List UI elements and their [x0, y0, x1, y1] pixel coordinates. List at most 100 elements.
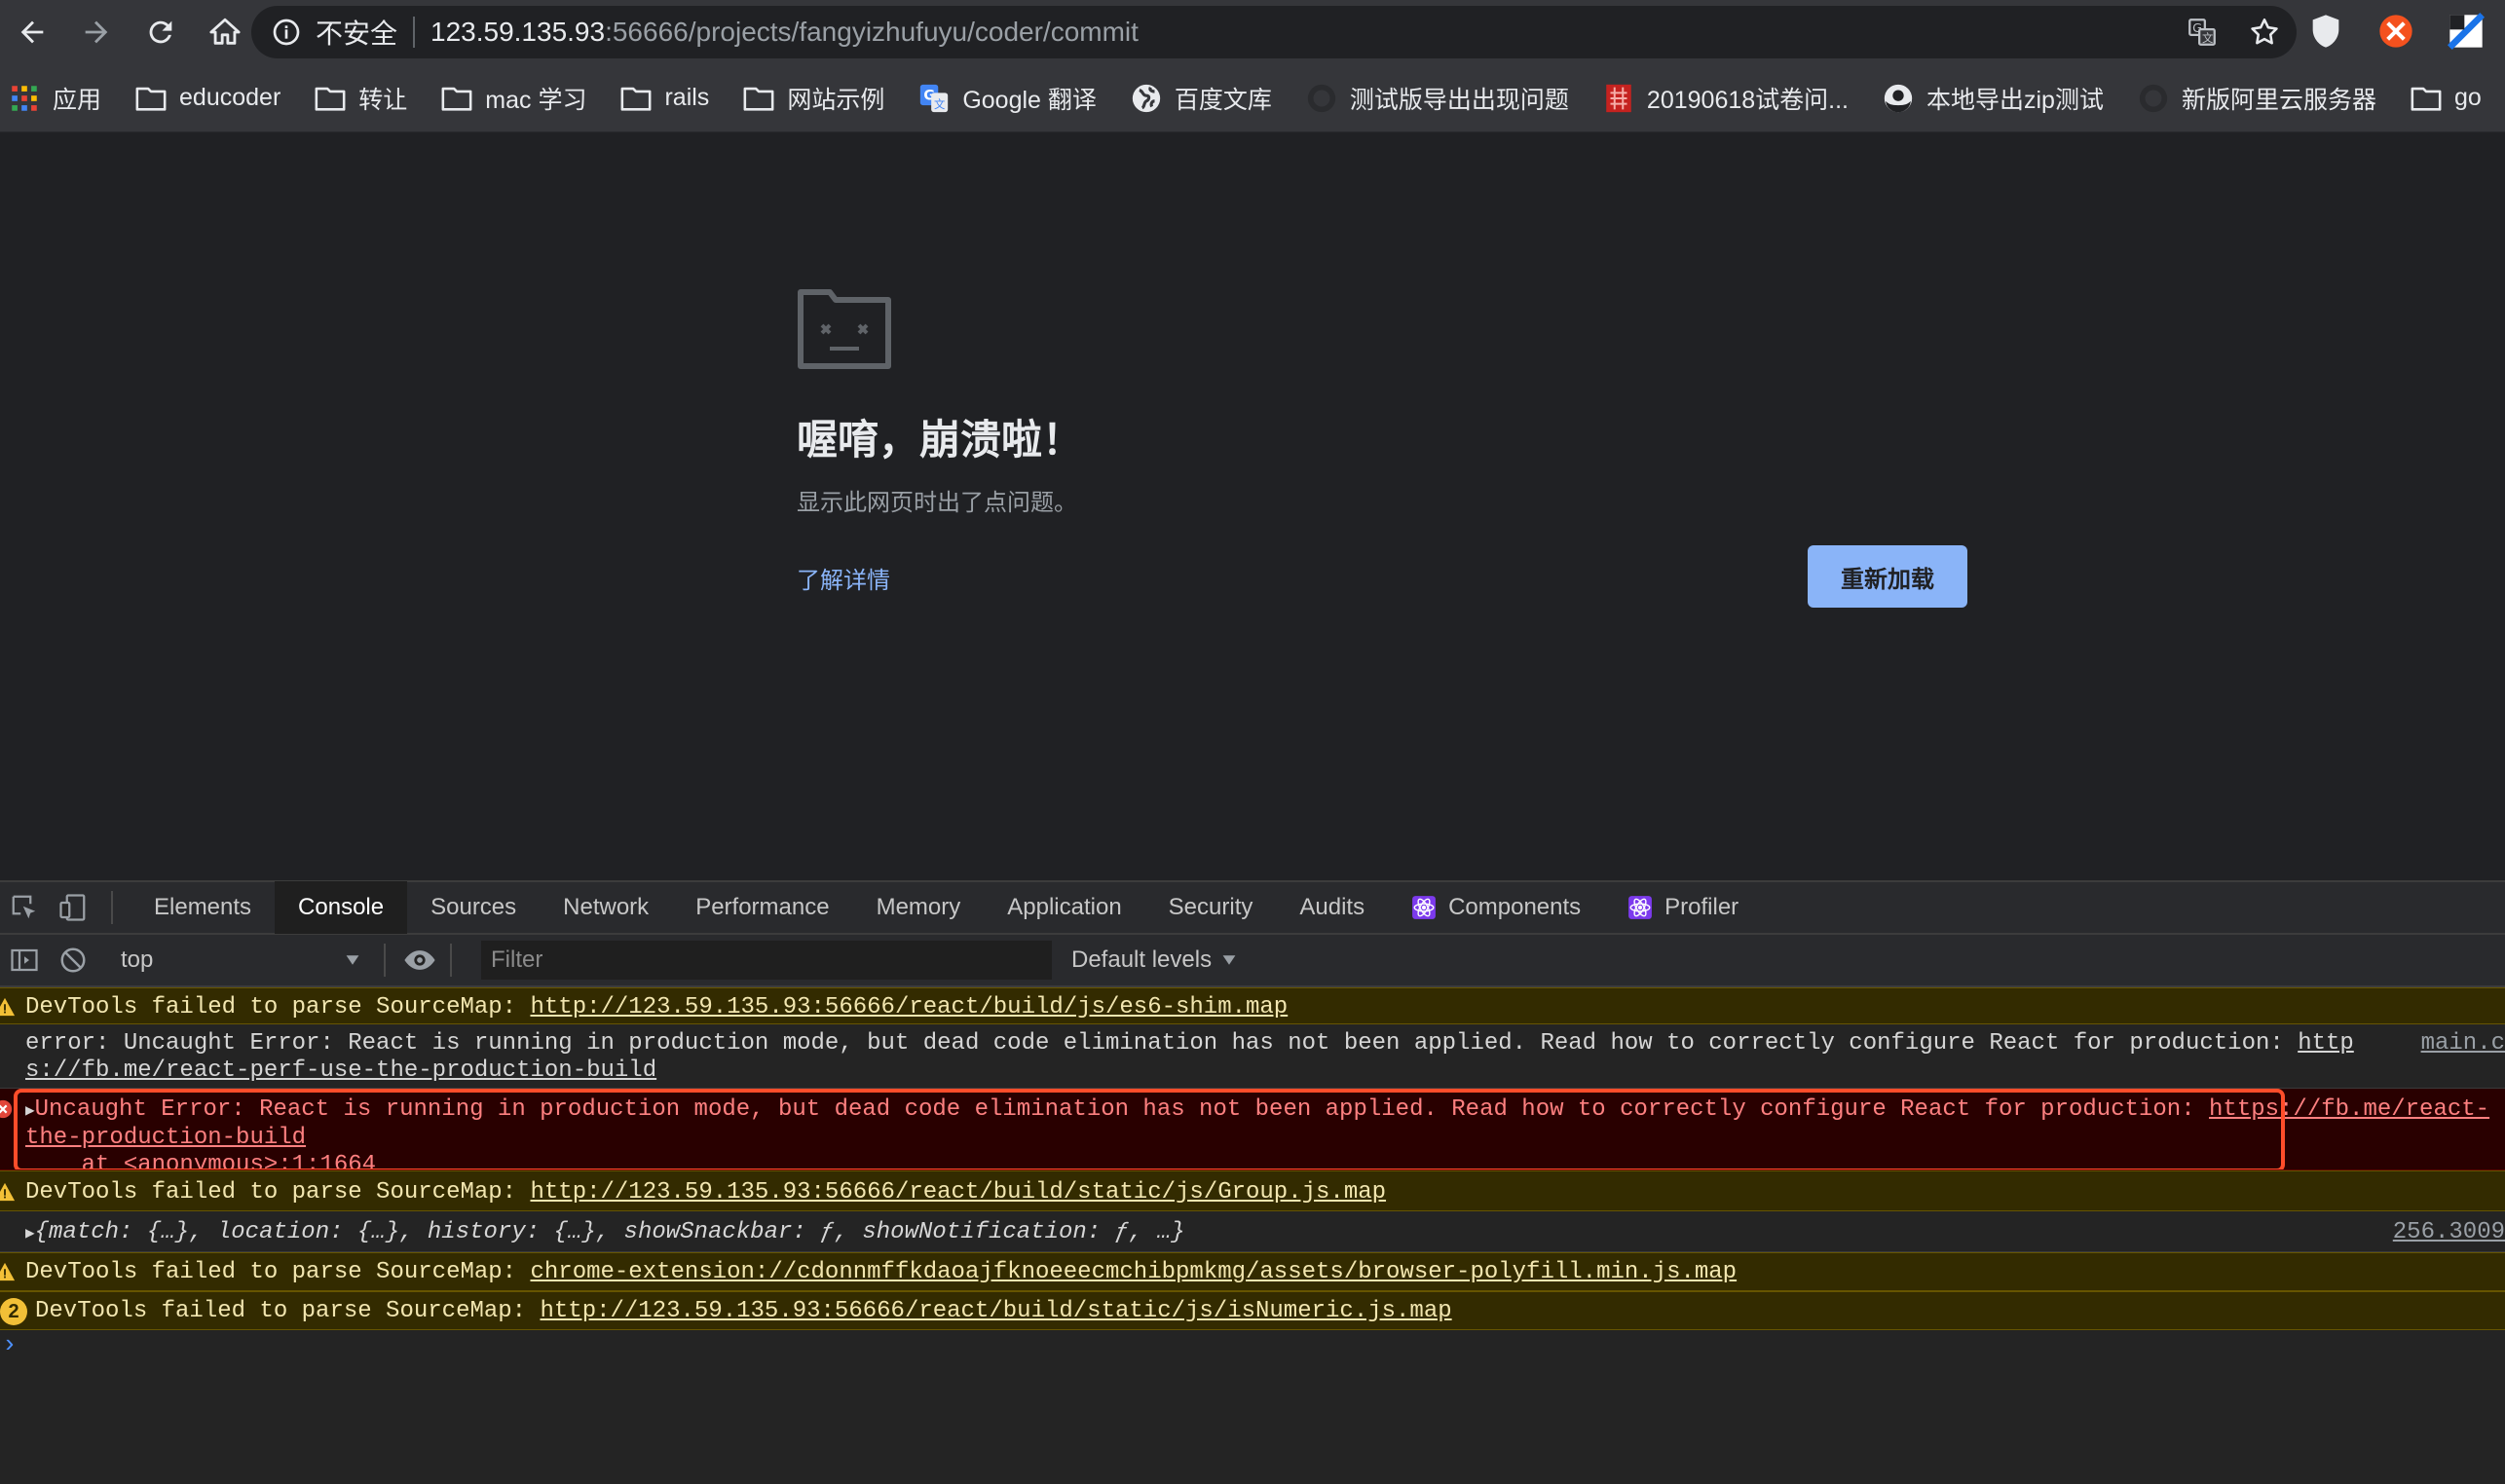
bookmark-aliyun-server[interactable]: 新版阿里云服务器 [2137, 81, 2376, 116]
clear-console-button[interactable] [49, 934, 97, 986]
console-warning: DevTools failed to parse SourceMap: chro… [0, 1252, 2505, 1291]
bookmark-folder-mac[interactable]: mac 学习 [440, 81, 586, 116]
tab-profiler[interactable]: Profiler [1604, 881, 1762, 934]
bookmark-folder-rails[interactable]: rails [619, 82, 709, 115]
console-warning: DevTools failed to parse SourceMap: http… [0, 987, 2505, 1024]
shield-extension-icon[interactable] [2306, 12, 2345, 51]
console-log-object: ▶{match: {…}, location: {…}, history: {…… [0, 1211, 2505, 1252]
github-icon [2139, 84, 2168, 112]
bookmark-label: 转让 [358, 86, 408, 114]
tab-memory[interactable]: Memory [853, 881, 985, 934]
default-levels-dropdown[interactable]: Default levels [1071, 946, 1237, 974]
bookmark-google-translate[interactable]: G文 Google 翻译 [917, 81, 1097, 116]
url-host: 123.59.135.93 [430, 17, 606, 47]
reload-page-button[interactable] [129, 0, 193, 64]
bookmark-folder-examples[interactable]: 网站示例 [742, 81, 884, 116]
tab-components[interactable]: Components [1388, 881, 1604, 934]
bookmark-apps[interactable]: 应用 [8, 81, 101, 116]
home-icon [209, 18, 241, 45]
bookmark-baidu-wenku[interactable]: 百度文库 [1130, 81, 1272, 116]
bookmark-label: 百度文库 [1174, 86, 1272, 114]
repeat-count-badge: 2 [0, 1298, 27, 1325]
bookmark-folder-zhuanrang[interactable]: 转让 [314, 81, 407, 116]
address-bar[interactable]: 不安全 123.59.135.93 :56666/projects/fangyi… [251, 6, 2297, 58]
tab-sources[interactable]: Sources [407, 881, 540, 934]
crash-title: 喔唷，崩溃啦！ [797, 417, 1084, 463]
object-preview[interactable]: {match: {…}, location: {…}, history: {…}… [35, 1219, 1185, 1245]
star-icon[interactable] [2248, 16, 2281, 49]
expand-arrow-icon[interactable]: ▶ [25, 1102, 35, 1120]
tab-security[interactable]: Security [1145, 881, 1277, 934]
bookmark-label: 网站示例 [787, 86, 885, 114]
bookmark-label: Google 翻译 [962, 86, 1097, 114]
stack-trace: at <anonymous>:1:1664 [25, 1152, 377, 1170]
sourcemap-link[interactable]: http://123.59.135.93:56666/react/build/s… [530, 1179, 1386, 1206]
message-text: error: Uncaught Error: React is running … [25, 1030, 2299, 1057]
caret-down-icon [1222, 955, 1236, 965]
device-toolbar-button[interactable] [49, 881, 97, 934]
eye-icon[interactable] [403, 944, 436, 977]
bookmark-label: 测试版导出出现问题 [1349, 86, 1569, 114]
globe-icon [1132, 84, 1161, 112]
expand-arrow-icon[interactable]: ▶ [25, 1225, 35, 1243]
info-icon[interactable] [271, 17, 302, 48]
message-text: DevTools failed to parse SourceMap: [25, 1259, 531, 1285]
folder-icon [315, 87, 346, 111]
tab-application[interactable]: Application [984, 881, 1144, 934]
tab-elements[interactable]: Elements [131, 881, 275, 934]
sourcemap-link[interactable]: http://123.59.135.93:56666/react/build/s… [540, 1298, 1451, 1324]
tab-network[interactable]: Network [540, 881, 672, 934]
bookmark-export-issue[interactable]: 测试版导出出现问题 [1305, 81, 1569, 116]
arrow-left-icon [20, 20, 44, 44]
home-button[interactable] [193, 0, 257, 64]
orange-extension-icon[interactable] [2376, 12, 2415, 51]
device-icon [59, 894, 86, 921]
tab-audits[interactable]: Audits [1276, 881, 1388, 934]
react-docs-link[interactable]: https://fb.me/react- [2209, 1096, 2489, 1123]
bookmark-label: 本地导出zip测试 [1926, 86, 2104, 114]
error-icon [0, 1099, 13, 1119]
levels-label: Default levels [1071, 946, 1213, 973]
bookmark-folder-educoder[interactable]: educoder [134, 82, 280, 115]
translate-icon[interactable]: G文 [2186, 16, 2219, 49]
forward-button[interactable] [64, 0, 129, 64]
show-sidebar-button[interactable] [0, 934, 49, 986]
apps-grid-icon [12, 85, 37, 111]
source-location-link[interactable]: 256.3009 [2393, 1219, 2505, 1246]
google-translate-icon: G文 [920, 84, 949, 112]
reload-button[interactable]: 重新加载 [1808, 545, 1967, 608]
react-docs-link[interactable]: http [2298, 1030, 2354, 1057]
console-prompt[interactable]: › [0, 1330, 2505, 1359]
source-location-link[interactable]: main.c [2421, 1030, 2505, 1057]
toolbar-divider [111, 891, 113, 924]
bookmark-label: mac 学习 [485, 86, 587, 114]
folder-icon [743, 87, 774, 111]
tab-performance[interactable]: Performance [672, 881, 852, 934]
inspect-element-button[interactable] [0, 881, 49, 934]
omnibox-separator [413, 17, 416, 48]
bookmark-exam-issue[interactable]: 20190618试卷问... [1602, 81, 1849, 116]
sourcemap-link[interactable]: chrome-extension://cdonnmffkdaoajfknoeee… [530, 1259, 1737, 1285]
console-warning-repeated: 2 DevTools failed to parse SourceMap: ht… [0, 1291, 2505, 1330]
devtools-tab-bar: Elements Console Sources Network Perform… [0, 881, 2505, 935]
sourcemap-link[interactable]: http://123.59.135.93:56666/react/build/j… [530, 994, 1288, 1020]
folder-icon [441, 87, 472, 111]
sad-tab-icon [798, 289, 891, 369]
grid-extension-icon[interactable] [2447, 12, 2486, 51]
react-docs-link-continued[interactable]: the-production-build [25, 1125, 306, 1151]
learn-more-link[interactable]: 了解详情 [797, 561, 890, 595]
bookmark-local-zip[interactable]: 本地导出zip测试 [1882, 81, 2104, 116]
context-selector[interactable]: top [111, 941, 370, 980]
filter-input[interactable] [481, 941, 1052, 980]
console-filter-bar: top Default levels [0, 935, 2505, 987]
toolbar-divider [450, 944, 452, 977]
bookmark-folder-go[interactable]: go [2410, 82, 2482, 115]
folder-icon [2411, 87, 2442, 111]
console-warning: DevTools failed to parse SourceMap: http… [0, 1170, 2505, 1211]
react-docs-link-continued[interactable]: s://fb.me/react-perf-use-the-production-… [25, 1057, 656, 1084]
svg-text:文: 文 [934, 96, 945, 110]
crash-page: 喔唷，崩溃啦！ 显示此网页时出了点问题。 了解详情 重新加载 [0, 132, 2505, 880]
back-button[interactable] [0, 0, 64, 64]
tab-console[interactable]: Console [275, 881, 408, 934]
folder-icon [621, 87, 652, 111]
